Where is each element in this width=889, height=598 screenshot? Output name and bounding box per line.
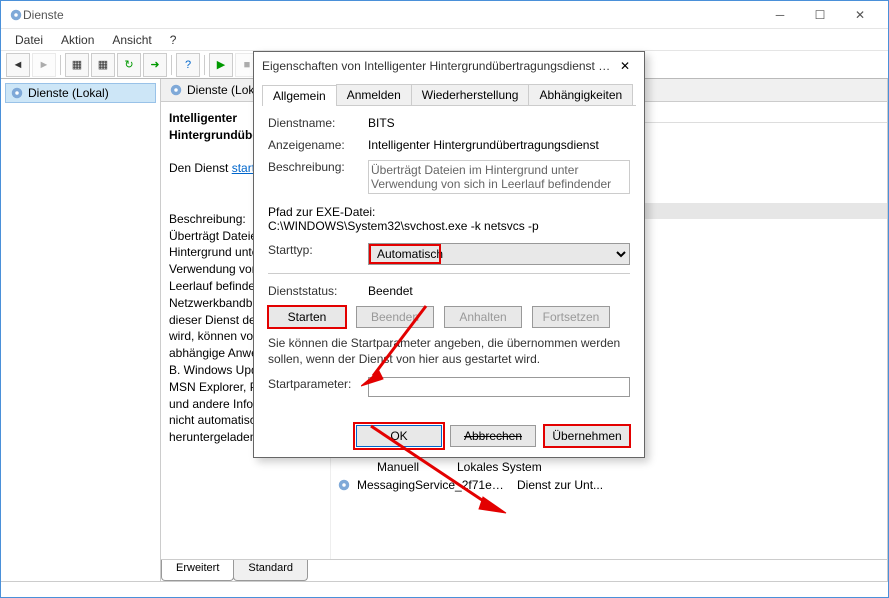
path-label: Pfad zur EXE-Datei: bbox=[268, 205, 630, 219]
dialog-body: Dienstname: BITS Anzeigename: Intelligen… bbox=[254, 106, 644, 415]
start-param-note: Sie können die Startparameter angeben, d… bbox=[268, 336, 630, 367]
display-name-label: Anzeigename: bbox=[268, 138, 368, 152]
gear-icon bbox=[169, 83, 183, 97]
tab-general[interactable]: Allgemein bbox=[262, 85, 337, 106]
service-name-value: BITS bbox=[368, 116, 630, 130]
forward-button[interactable]: ► bbox=[32, 53, 56, 77]
window-title: Dienste bbox=[23, 8, 760, 22]
status-label: Dienststatus: bbox=[268, 284, 368, 298]
tab-logon[interactable]: Anmelden bbox=[336, 84, 412, 105]
tree-pane[interactable]: Dienste (Lokal) bbox=[1, 79, 161, 581]
dialog-title: Eigenschaften von Intelligenter Hintergr… bbox=[262, 59, 614, 73]
annotation-arrow-2 bbox=[361, 421, 521, 521]
properties-dialog: Eigenschaften von Intelligenter Hintergr… bbox=[253, 51, 645, 458]
menu-action[interactable]: Aktion bbox=[53, 31, 102, 49]
pause-button: Anhalten bbox=[444, 306, 522, 328]
description-label: Beschreibung: bbox=[268, 160, 368, 174]
app-icon bbox=[9, 8, 23, 22]
gear-icon bbox=[337, 478, 351, 492]
tab-extended[interactable]: Erweitert bbox=[161, 560, 234, 581]
action-prefix: Den Dienst bbox=[169, 161, 232, 175]
dialog-tabs: Allgemein Anmelden Wiederherstellung Abh… bbox=[262, 84, 636, 106]
desc-heading: Beschreibung: bbox=[169, 212, 246, 226]
description-text[interactable]: Überträgt Dateien im Hintergrund unter V… bbox=[368, 160, 630, 194]
close-button[interactable]: ✕ bbox=[840, 1, 880, 29]
status-value: Beendet bbox=[368, 284, 630, 298]
tab-dependencies[interactable]: Abhängigkeiten bbox=[528, 84, 633, 105]
tree-node-services-local[interactable]: Dienste (Lokal) bbox=[5, 83, 156, 103]
gear-icon bbox=[10, 86, 24, 100]
menu-help[interactable]: ? bbox=[162, 31, 185, 49]
start-button[interactable]: Starten bbox=[268, 306, 346, 328]
toolbar-btn-1[interactable]: ▦ bbox=[65, 53, 89, 77]
title-bar: Dienste ─ ☐ ✕ bbox=[1, 1, 888, 29]
maximize-button[interactable]: ☐ bbox=[800, 1, 840, 29]
menu-bar: Datei Aktion Ansicht ? bbox=[1, 29, 888, 51]
display-name-value: Intelligenter Hintergrundübertragungsdie… bbox=[368, 138, 630, 152]
menu-view[interactable]: Ansicht bbox=[104, 31, 159, 49]
menu-file[interactable]: Datei bbox=[7, 31, 51, 49]
tab-standard[interactable]: Standard bbox=[233, 560, 308, 581]
row-desc: Dienst zur Unt... bbox=[511, 477, 609, 496]
back-button[interactable]: ◄ bbox=[6, 53, 30, 77]
control-buttons: Starten Beenden Anhalten Fortsetzen bbox=[268, 306, 630, 328]
minimize-button[interactable]: ─ bbox=[760, 1, 800, 29]
apply-button[interactable]: Übernehmen bbox=[544, 425, 630, 447]
starttype-label: Starttyp: bbox=[268, 243, 368, 257]
toolbar-btn-2[interactable]: ▦ bbox=[91, 53, 115, 77]
starttype-select[interactable]: Automatisch bbox=[368, 243, 630, 265]
dialog-title-bar: Eigenschaften von Intelligenter Hintergr… bbox=[254, 52, 644, 80]
services-window: Dienste ─ ☐ ✕ Datei Aktion Ansicht ? ◄ ►… bbox=[0, 0, 889, 598]
path-value: C:\WINDOWS\System32\svchost.exe -k netsv… bbox=[268, 219, 630, 233]
startparam-label: Startparameter: bbox=[268, 377, 368, 391]
service-name-label: Dienstname: bbox=[268, 116, 368, 130]
refresh-button[interactable]: ↻ bbox=[117, 53, 141, 77]
view-tabs: Erweitert Standard bbox=[161, 559, 887, 581]
play-button[interactable]: ▶ bbox=[209, 53, 233, 77]
tree-node-label: Dienste (Lokal) bbox=[28, 86, 109, 100]
annotation-arrow-1 bbox=[361, 301, 441, 391]
status-bar bbox=[1, 581, 888, 597]
dialog-close-button[interactable]: ✕ bbox=[614, 57, 636, 75]
tab-recovery[interactable]: Wiederherstellung bbox=[411, 84, 530, 105]
help-button[interactable]: ? bbox=[176, 53, 200, 77]
export-button[interactable]: ➜ bbox=[143, 53, 167, 77]
resume-button: Fortsetzen bbox=[532, 306, 610, 328]
